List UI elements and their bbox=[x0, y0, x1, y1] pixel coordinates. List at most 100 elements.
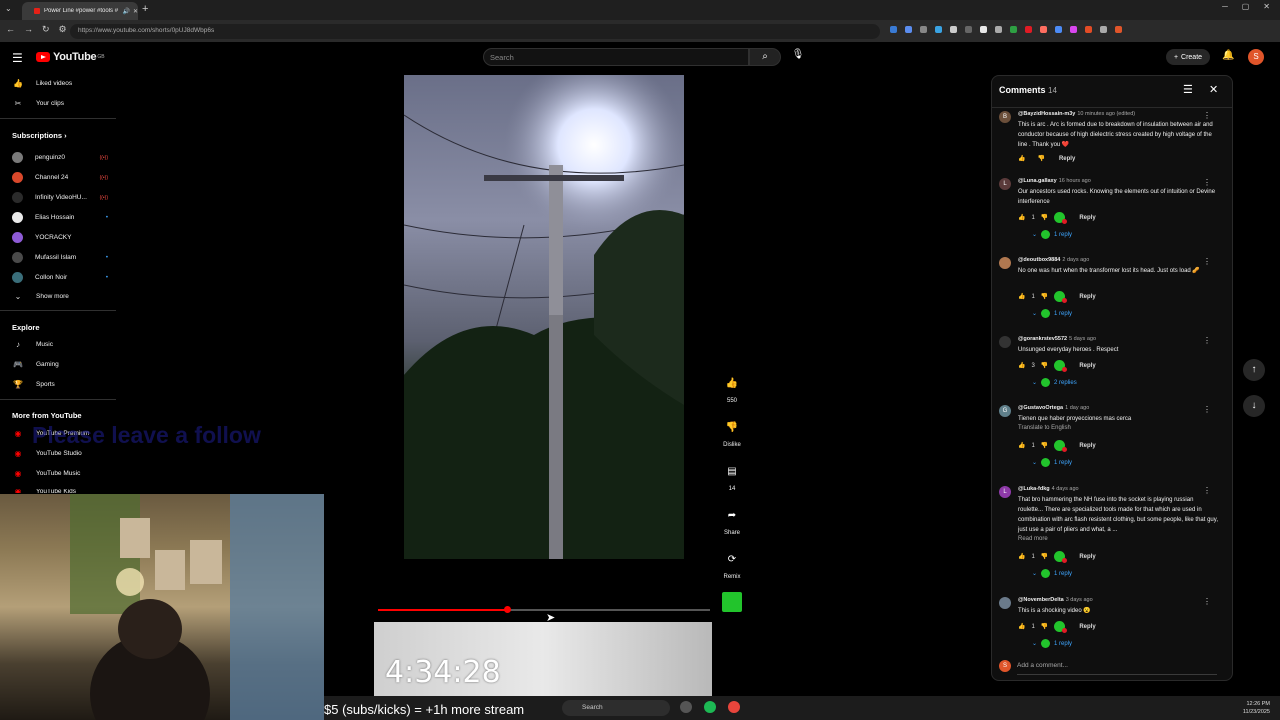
view-replies-button[interactable]: ⌄ 1 reply bbox=[1032, 458, 1072, 467]
maximize-icon[interactable]: ▢ bbox=[1242, 2, 1250, 11]
comment-like-icon[interactable]: 👍 bbox=[1018, 623, 1025, 630]
create-button[interactable]: + Create bbox=[1166, 49, 1210, 65]
comment-dislike-icon[interactable]: 👎 bbox=[1041, 442, 1048, 449]
show-more-button[interactable]: ⌄ Show more bbox=[12, 292, 69, 301]
view-replies-button[interactable]: ⌄ 1 reply bbox=[1032, 309, 1072, 318]
comment-like-icon[interactable]: 👍 bbox=[1018, 553, 1025, 560]
taskbar-clock[interactable]: 12:26 PM 11/23/2025 bbox=[1243, 700, 1270, 716]
comment-like-icon[interactable]: 👍 bbox=[1018, 362, 1025, 369]
sidebar-item-gaming[interactable]: 🎮 Gaming bbox=[12, 360, 59, 369]
comment-author[interactable]: @Luna.gallaxy bbox=[1018, 178, 1057, 184]
reload-icon[interactable]: ↻ bbox=[42, 24, 50, 35]
share-button[interactable]: ➦ Share bbox=[720, 506, 744, 536]
sidebar-subscription[interactable]: Elias Hossain • bbox=[12, 212, 108, 223]
extension-icon[interactable] bbox=[935, 26, 942, 33]
comment-dislike-icon[interactable]: 👎 bbox=[1041, 214, 1048, 221]
comment-timestamp[interactable]: 10 minutes ago (edited) bbox=[1077, 111, 1135, 117]
extension-icon[interactable] bbox=[1085, 26, 1092, 33]
progress-scrubber[interactable] bbox=[504, 606, 511, 613]
sidebar-item-sports[interactable]: 🏆 Sports bbox=[12, 380, 55, 389]
site-info-icon[interactable]: ⚙ bbox=[59, 24, 67, 35]
account-avatar[interactable]: S bbox=[1248, 49, 1264, 65]
commenter-avatar[interactable]: L bbox=[999, 486, 1011, 498]
comment-author[interactable]: @Luka-fdkg bbox=[1018, 486, 1050, 492]
tab-search-icon[interactable]: ⌄ bbox=[5, 4, 12, 13]
comment-like-icon[interactable]: 👍 bbox=[1018, 155, 1025, 162]
taskbar-app-icon[interactable] bbox=[680, 701, 692, 713]
tab-close-icon[interactable]: ✕ bbox=[133, 8, 138, 15]
sidebar-subscription[interactable]: Collon Noir • bbox=[12, 272, 108, 283]
comment-extra-link[interactable]: Read more bbox=[1018, 536, 1048, 542]
new-tab-icon[interactable]: + bbox=[142, 3, 148, 15]
url-bar[interactable]: https://www.youtube.com/shorts/0pUJ8dWbp… bbox=[70, 24, 880, 39]
extension-icon[interactable] bbox=[1025, 26, 1032, 33]
more-actions-icon[interactable]: ⋮ bbox=[1203, 111, 1211, 120]
sidebar-item-your-clips[interactable]: ✂ Your clips bbox=[12, 99, 64, 108]
extension-icon[interactable] bbox=[995, 26, 1002, 33]
extension-icon[interactable] bbox=[950, 26, 957, 33]
view-replies-button[interactable]: ⌄ 2 replies bbox=[1032, 378, 1077, 387]
comment-author[interactable]: @BayzidHossain-m3y bbox=[1018, 111, 1075, 117]
commenter-avatar[interactable]: L bbox=[999, 178, 1011, 190]
sidebar-item-music[interactable]: ♪ Music bbox=[12, 340, 53, 349]
more-actions-icon[interactable]: ⋮ bbox=[1203, 257, 1211, 266]
extension-icon[interactable] bbox=[1100, 26, 1107, 33]
comment-dislike-icon[interactable]: 👎 bbox=[1037, 155, 1044, 162]
remix-button[interactable]: ⟳ Remix bbox=[720, 550, 744, 580]
commenter-avatar[interactable] bbox=[999, 597, 1011, 609]
close-window-icon[interactable]: ✕ bbox=[1263, 2, 1270, 11]
extension-icon[interactable] bbox=[890, 26, 897, 33]
taskbar-app-icon[interactable] bbox=[728, 701, 740, 713]
sort-icon[interactable]: ☰ bbox=[1183, 83, 1193, 96]
view-replies-button[interactable]: ⌄ 1 reply bbox=[1032, 230, 1072, 239]
microphone-icon[interactable]: 🎙 bbox=[789, 49, 807, 65]
comment-timestamp[interactable]: 1 day ago bbox=[1065, 405, 1089, 411]
comment-dislike-icon[interactable]: 👎 bbox=[1041, 293, 1048, 300]
comment-like-icon[interactable]: 👍 bbox=[1018, 442, 1025, 449]
reply-button[interactable]: Reply bbox=[1079, 363, 1095, 369]
taskbar-search[interactable]: Search bbox=[562, 700, 670, 716]
commenter-avatar[interactable] bbox=[999, 336, 1011, 348]
reply-button[interactable]: Reply bbox=[1079, 554, 1095, 560]
more-actions-icon[interactable]: ⋮ bbox=[1203, 597, 1211, 606]
search-icon[interactable]: ⌕ bbox=[749, 48, 781, 66]
extension-icon[interactable] bbox=[920, 26, 927, 33]
next-short-button[interactable]: ↓ bbox=[1243, 395, 1265, 417]
sidebar-subscription[interactable]: Mufassil Islam • bbox=[12, 252, 108, 263]
dislike-button[interactable]: 👎 Dislike bbox=[720, 418, 744, 448]
comment-timestamp[interactable]: 4 days ago bbox=[1052, 486, 1079, 492]
commenter-avatar[interactable]: G bbox=[999, 405, 1011, 417]
more-actions-icon[interactable]: ⋮ bbox=[1203, 178, 1211, 187]
reply-button[interactable]: Reply bbox=[1079, 294, 1095, 300]
more-actions-icon[interactable]: ⋮ bbox=[1203, 486, 1211, 495]
tab-audio-icon[interactable]: 🔊 bbox=[122, 8, 129, 15]
comment-timestamp[interactable]: 5 days ago bbox=[1069, 336, 1096, 342]
like-button[interactable]: 👍 550 bbox=[720, 374, 744, 404]
comment-like-icon[interactable]: 👍 bbox=[1018, 214, 1025, 221]
extension-icon[interactable] bbox=[1115, 26, 1122, 33]
sidebar-item-youtube-app[interactable]: ◉ YouTube Studio bbox=[12, 449, 82, 458]
comment-author[interactable]: @NovemberDelta bbox=[1018, 597, 1064, 603]
reply-button[interactable]: Reply bbox=[1079, 215, 1095, 221]
view-replies-button[interactable]: ⌄ 1 reply bbox=[1032, 639, 1072, 648]
video-frame[interactable] bbox=[404, 75, 684, 559]
comment-dislike-icon[interactable]: 👎 bbox=[1041, 623, 1048, 630]
extension-icon[interactable] bbox=[1040, 26, 1047, 33]
comment-timestamp[interactable]: 2 days ago bbox=[1062, 257, 1089, 263]
comment-dislike-icon[interactable]: 👎 bbox=[1041, 553, 1048, 560]
commenter-avatar[interactable] bbox=[999, 257, 1011, 269]
subscriptions-heading[interactable]: Subscriptions › bbox=[12, 131, 67, 140]
browser-tab[interactable]: Power Line #power #tools # 🔊 ✕ bbox=[22, 2, 138, 20]
search-input[interactable]: Search bbox=[483, 48, 749, 66]
previous-short-button[interactable]: ↑ bbox=[1243, 359, 1265, 381]
sidebar-subscription[interactable]: penguinz0 ((•)) bbox=[12, 152, 108, 163]
extension-icon[interactable] bbox=[965, 26, 972, 33]
sidebar-item-liked-videos[interactable]: 👍 Liked videos bbox=[12, 79, 72, 88]
extension-icon[interactable] bbox=[905, 26, 912, 33]
forward-icon[interactable]: → bbox=[24, 24, 33, 35]
taskbar-app-icon[interactable] bbox=[704, 701, 716, 713]
comment-timestamp[interactable]: 16 hours ago bbox=[1059, 178, 1091, 184]
comments-button[interactable]: ▤ 14 bbox=[720, 462, 744, 492]
view-replies-button[interactable]: ⌄ 1 reply bbox=[1032, 569, 1072, 578]
comment-author[interactable]: @GustavoOrtega bbox=[1018, 405, 1063, 411]
